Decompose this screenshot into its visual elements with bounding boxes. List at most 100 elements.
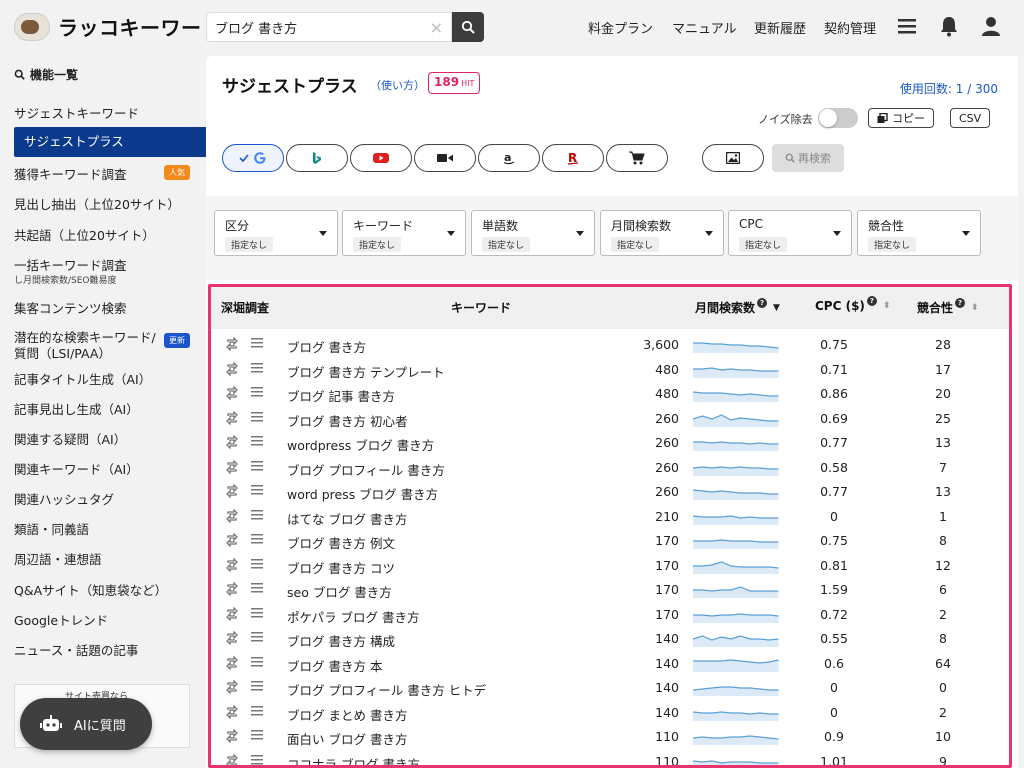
sort-desc-icon[interactable]: ▼ <box>773 303 780 313</box>
row-keyword[interactable]: 面白い ブログ 書き方 <box>287 729 407 748</box>
menu-lines-icon[interactable] <box>251 631 263 643</box>
row-keyword[interactable]: ブログ 書き方 コツ <box>287 558 395 577</box>
dig-reload-icon[interactable] <box>225 582 239 596</box>
sort-icon[interactable]: ⬍ <box>883 301 891 311</box>
menu-lines-icon[interactable] <box>251 705 263 717</box>
ai-question-button[interactable]: AIに質問 <box>20 698 152 750</box>
sidebar-item-headings[interactable]: 見出し抽出（上位20サイト） <box>14 194 180 213</box>
search-box[interactable]: × <box>206 12 452 42</box>
dig-reload-icon[interactable] <box>225 557 239 572</box>
nav-changelog[interactable]: 更新履歴 <box>754 18 806 37</box>
sidebar-item-heading-ai[interactable]: 記事見出し生成（AI） <box>14 399 139 418</box>
copy-button[interactable]: コピー <box>868 108 934 128</box>
sidebar-item-news[interactable]: ニュース・話題の記事 <box>14 640 138 659</box>
filter-keyword[interactable]: キーワード 指定なし <box>342 210 466 256</box>
sidebar-item-lsi-line2[interactable]: 質問（LSI/PAA） <box>14 343 111 362</box>
engine-image[interactable] <box>702 144 764 172</box>
sidebar-item-title-ai[interactable]: 記事タイトル生成（AI） <box>14 369 151 388</box>
menu-lines-icon[interactable] <box>251 656 263 668</box>
howto-link[interactable]: （使い方） <box>370 77 425 93</box>
dig-reload-icon[interactable] <box>225 435 239 449</box>
logo[interactable]: ラッコキーワード <box>14 12 222 41</box>
row-keyword[interactable]: ポケパラ ブログ 書き方 <box>287 607 419 626</box>
menu-lines-icon[interactable] <box>251 435 263 447</box>
menu-lines-icon[interactable] <box>251 680 263 692</box>
csv-button[interactable]: CSV <box>950 108 991 128</box>
engine-video[interactable] <box>414 144 476 172</box>
user-icon[interactable] <box>980 14 1002 38</box>
hamburger-menu-icon[interactable] <box>896 14 918 38</box>
dig-reload-icon[interactable] <box>225 631 239 645</box>
filter-word-count[interactable]: 単語数 指定なし <box>471 210 595 256</box>
dig-reload-icon[interactable] <box>225 508 239 523</box>
dig-reload-icon[interactable] <box>225 337 239 351</box>
menu-lines-icon[interactable] <box>251 729 263 741</box>
dig-reload-icon[interactable] <box>225 606 239 621</box>
row-keyword[interactable]: ブログ 書き方 テンプレート <box>287 362 445 381</box>
row-keyword[interactable]: ブログ 書き方 本 <box>287 656 382 675</box>
dig-reload-icon[interactable] <box>225 680 239 694</box>
nav-contract[interactable]: 契約管理 <box>824 18 876 37</box>
filter-category[interactable]: 区分 指定なし <box>214 210 338 256</box>
help-icon[interactable]: ? <box>955 297 966 308</box>
menu-lines-icon[interactable] <box>251 337 263 349</box>
col-cpc[interactable]: CPC ($)? ⬍ <box>815 296 891 313</box>
row-keyword[interactable]: ブログ まとめ 書き方 <box>287 705 407 724</box>
dig-reload-icon[interactable] <box>225 361 239 376</box>
sidebar-item-cooccurrence[interactable]: 共起語（上位20サイト） <box>14 225 155 244</box>
filter-volume[interactable]: 月間検索数 指定なし <box>600 210 724 256</box>
filter-competition[interactable]: 競合性 指定なし <box>857 210 981 256</box>
noise-toggle[interactable] <box>818 108 858 128</box>
nav-pricing[interactable]: 料金プラン <box>588 18 653 37</box>
engine-amazon[interactable]: a <box>478 144 540 172</box>
dig-reload-icon[interactable] <box>225 459 239 474</box>
menu-lines-icon[interactable] <box>251 386 263 398</box>
row-keyword[interactable]: ブログ プロフィール 書き方 ヒトデ <box>287 680 486 699</box>
engine-youtube[interactable] <box>350 144 412 172</box>
row-keyword[interactable]: ブログ 書き方 <box>287 337 366 356</box>
sidebar-item-synonyms[interactable]: 類語・同義語 <box>14 519 89 538</box>
menu-lines-icon[interactable] <box>251 460 263 472</box>
row-keyword[interactable]: ブログ 書き方 例文 <box>287 533 395 552</box>
sidebar-item-trends[interactable]: Googleトレンド <box>14 610 108 629</box>
row-keyword[interactable]: word press ブログ 書き方 <box>287 484 438 503</box>
menu-lines-icon[interactable] <box>251 484 263 496</box>
help-icon[interactable]: ? <box>757 297 768 308</box>
sidebar-item-qa[interactable]: Q&Aサイト（知恵袋など） <box>14 580 167 599</box>
menu-lines-icon[interactable] <box>251 411 263 423</box>
nav-manual[interactable]: マニュアル <box>672 18 737 37</box>
sidebar-item-questions-ai[interactable]: 関連する疑問（AI） <box>14 429 126 448</box>
bell-icon[interactable] <box>938 14 960 38</box>
col-competition[interactable]: 競合性? ⬍ <box>917 297 979 316</box>
sidebar-item-hashtags[interactable]: 関連ハッシュタグ <box>14 489 114 508</box>
sidebar-item-related-ai[interactable]: 関連キーワード（AI） <box>14 459 139 478</box>
menu-lines-icon[interactable] <box>251 582 263 594</box>
row-keyword[interactable]: seo ブログ 書き方 <box>287 582 392 601</box>
sidebar-item-suggest-plus[interactable]: サジェストプラス <box>14 127 206 157</box>
row-keyword[interactable]: ブログ 書き方 構成 <box>287 631 395 650</box>
filter-cpc[interactable]: CPC 指定なし <box>728 210 852 256</box>
sidebar-item-associations[interactable]: 周辺語・連想語 <box>14 549 102 568</box>
sort-icon[interactable]: ⬍ <box>971 303 979 313</box>
dig-reload-icon[interactable] <box>225 410 239 425</box>
menu-lines-icon[interactable] <box>251 754 263 766</box>
dig-reload-icon[interactable] <box>225 655 239 670</box>
dig-reload-icon[interactable] <box>225 386 239 400</box>
row-keyword[interactable]: ココナラ ブログ 書き方 <box>287 754 420 766</box>
menu-lines-icon[interactable] <box>251 607 263 619</box>
sidebar-item-acquired-keywords[interactable]: 獲得キーワード調査 <box>14 164 127 183</box>
help-icon[interactable]: ? <box>866 296 877 306</box>
research-button[interactable]: 再検索 <box>772 144 844 172</box>
sidebar-item-suggest[interactable]: サジェストキーワード <box>14 103 139 122</box>
dig-reload-icon[interactable] <box>225 753 239 768</box>
row-keyword[interactable]: はてな ブログ 書き方 <box>287 509 407 528</box>
engine-google[interactable] <box>222 144 284 172</box>
dig-reload-icon[interactable] <box>225 484 239 498</box>
engine-bing[interactable] <box>286 144 348 172</box>
search-input[interactable] <box>207 13 417 41</box>
sidebar-item-content-search[interactable]: 集客コンテンツ検索 <box>14 298 127 317</box>
sidebar-item-bulk-research[interactable]: 一括キーワード調査 <box>14 255 127 274</box>
row-keyword[interactable]: ブログ プロフィール 書き方 <box>287 460 445 479</box>
row-keyword[interactable]: ブログ 記事 書き方 <box>287 386 395 405</box>
clear-icon[interactable]: × <box>430 18 443 37</box>
